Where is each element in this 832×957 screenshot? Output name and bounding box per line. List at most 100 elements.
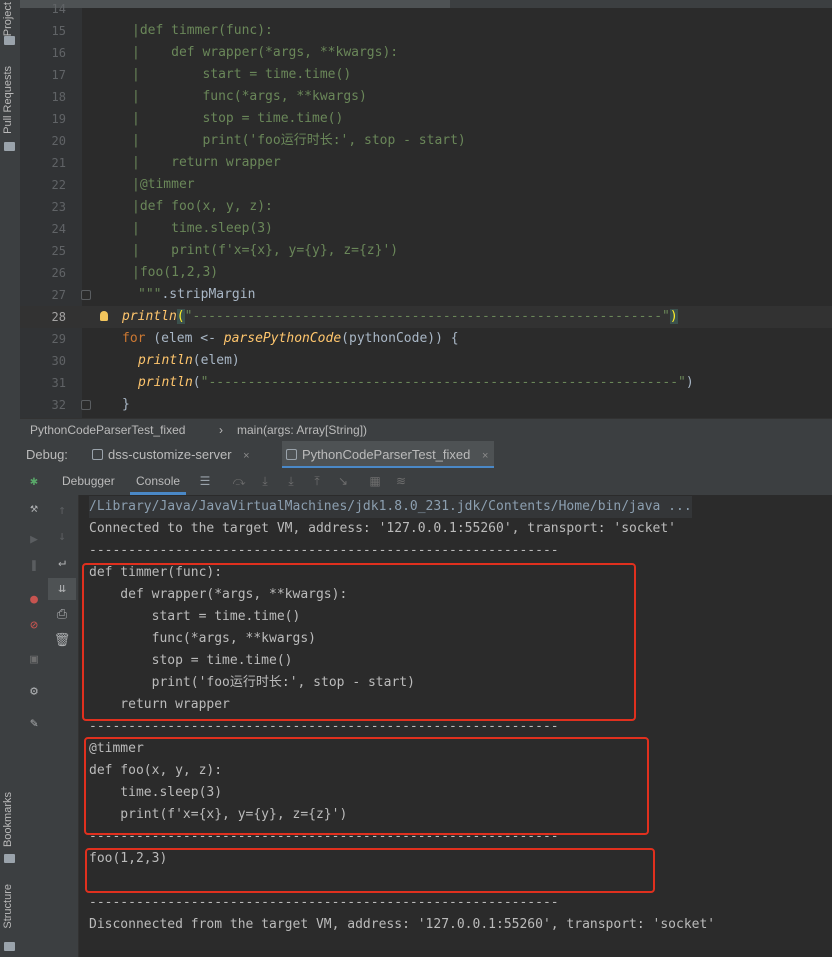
code-line: 14 bbox=[20, 0, 832, 20]
camera-icon[interactable]: ▣ bbox=[20, 649, 48, 671]
code-line: 29 for (elem <- parsePythonCode(pythonCo… bbox=[20, 328, 832, 350]
code-line: 19 | stop = time.time() bbox=[20, 108, 832, 130]
mute-breakpoints-icon[interactable]: ⊘ bbox=[20, 615, 48, 637]
structure-icon bbox=[4, 942, 15, 951]
pull-requests-tool-tab[interactable]: Pull Requests bbox=[2, 66, 14, 134]
pause-icon[interactable]: ❚ bbox=[20, 555, 48, 577]
code-text: (elem) bbox=[192, 353, 240, 368]
code-text: .stripMargin bbox=[161, 287, 256, 302]
code-text: | def wrapper(*args, **kwargs): bbox=[132, 45, 399, 60]
tab-label: PythonCodeParserTest_fixed bbox=[302, 447, 471, 462]
tab-label: dss-customize-server bbox=[108, 447, 232, 462]
structure-tool-tab[interactable]: Structure bbox=[2, 884, 14, 929]
debug-toolwindow-header: Debug: dss-customize-server × PythonCode… bbox=[20, 441, 832, 468]
line-number: 26 bbox=[51, 266, 66, 280]
bracket-highlight: ( bbox=[176, 309, 185, 324]
soft-wrap-icon[interactable]: ↵ bbox=[48, 552, 76, 574]
force-step-into-icon[interactable]: ⤓ bbox=[284, 475, 298, 488]
view-breakpoints-icon[interactable]: ● bbox=[20, 589, 48, 611]
code-text: "---------------------------------------… bbox=[200, 375, 686, 390]
annotation-box-timmer bbox=[82, 563, 636, 721]
left-tool-strip: Project Pull Requests Bookmarks Structur… bbox=[0, 0, 21, 957]
code-line: 31 println("----------------------------… bbox=[20, 372, 832, 394]
fold-icon[interactable] bbox=[81, 290, 91, 300]
trash-icon[interactable]: 🗑 bbox=[48, 630, 76, 652]
console-side-toolbar: ↑ ↓ ↵ ⇊ ⎙ 🗑 bbox=[48, 495, 79, 957]
annotation-box-foo bbox=[84, 737, 649, 835]
trace-icon[interactable]: ≋ bbox=[394, 475, 408, 488]
tab-debugger[interactable]: Debugger bbox=[56, 468, 121, 495]
wrench-icon[interactable]: ⚒ bbox=[20, 498, 48, 520]
breadcrumb-method[interactable]: main(args: Array[String]) bbox=[237, 419, 367, 441]
breadcrumb-class[interactable]: PythonCodeParserTest_fixed bbox=[30, 419, 185, 441]
console-line: Disconnected from the target VM, address… bbox=[89, 917, 716, 932]
line-number: 27 bbox=[51, 288, 66, 302]
code-text: println bbox=[138, 375, 193, 390]
code-text: |@timmer bbox=[132, 177, 195, 192]
settings-gear-icon[interactable]: ⚙ bbox=[20, 681, 48, 703]
bracket-highlight: ) bbox=[669, 309, 678, 324]
console-output[interactable]: /Library/Java/JavaVirtualMachines/jdk1.8… bbox=[79, 495, 832, 957]
code-line: 23 |def foo(x, y, z): bbox=[20, 196, 832, 218]
resume-icon[interactable]: ▶ bbox=[20, 529, 48, 551]
step-into-icon[interactable]: ⤓ bbox=[258, 475, 272, 488]
code-line: 24 | time.sleep(3) bbox=[20, 218, 832, 240]
line-number: 29 bbox=[51, 332, 66, 346]
code-text: ) bbox=[685, 375, 694, 390]
code-line: 26 |foo(1,2,3) bbox=[20, 262, 832, 284]
code-text: """ bbox=[138, 287, 162, 302]
line-number: 16 bbox=[51, 46, 66, 60]
line-number: 30 bbox=[51, 354, 66, 368]
down-arrow-icon[interactable]: ↓ bbox=[48, 526, 76, 548]
run-to-cursor-icon[interactable]: ↘ bbox=[336, 475, 350, 488]
bookmarks-tool-tab[interactable]: Bookmarks bbox=[2, 792, 14, 847]
code-text: println bbox=[138, 353, 193, 368]
line-number: 22 bbox=[51, 178, 66, 192]
print-icon[interactable]: ⎙ bbox=[48, 604, 76, 626]
console-line: Connected to the target VM, address: '12… bbox=[89, 521, 676, 536]
code-text: | stop = time.time() bbox=[132, 111, 344, 126]
scroll-to-end-icon[interactable]: ⇊ bbox=[48, 578, 76, 600]
step-over-icon[interactable]: ⤼ bbox=[232, 475, 246, 488]
line-number: 25 bbox=[51, 244, 66, 258]
close-icon[interactable]: × bbox=[243, 450, 249, 462]
code-text: "---------------------------------------… bbox=[184, 309, 670, 324]
fold-icon[interactable] bbox=[81, 400, 91, 410]
code-text: println bbox=[122, 309, 177, 324]
project-tool-tab[interactable]: Project bbox=[2, 2, 14, 36]
code-editor[interactable]: 14 15 |def timmer(func): 16 | def wrapper(… bbox=[20, 0, 832, 418]
code-line: 21 | return wrapper bbox=[20, 152, 832, 174]
pin-icon[interactable]: ✎ bbox=[20, 713, 48, 735]
line-number: 23 bbox=[51, 200, 66, 214]
console-line: ----------------------------------------… bbox=[89, 895, 559, 910]
line-number: 31 bbox=[51, 376, 66, 390]
folder-icon bbox=[4, 36, 15, 45]
debug-bug-icon[interactable]: ✱ bbox=[20, 471, 48, 493]
tab-console[interactable]: Console bbox=[130, 468, 187, 495]
line-number: 20 bbox=[51, 134, 66, 148]
code-text: | print(f'x={x}, y={y}, z={z}') bbox=[132, 243, 399, 258]
close-icon[interactable]: × bbox=[482, 450, 488, 462]
breadcrumb: PythonCodeParserTest_fixed › main(args: … bbox=[20, 418, 832, 441]
debug-side-toolbar: ✱ ⚒ ▶ ❚ ● ⊘ ▣ ⚙ ✎ bbox=[20, 468, 49, 957]
code-text: | print('foo运行时长:', stop - start) bbox=[132, 133, 466, 148]
lightbulb-icon[interactable] bbox=[100, 311, 108, 321]
console-command-line[interactable]: /Library/Java/JavaVirtualMachines/jdk1.8… bbox=[89, 496, 692, 518]
debug-tab-dss-customize-server[interactable]: dss-customize-server × bbox=[88, 441, 256, 468]
debug-tab-python-code-parser[interactable]: PythonCodeParserTest_fixed × bbox=[282, 441, 495, 468]
code-text: |foo(1,2,3) bbox=[132, 265, 219, 280]
menu-icon[interactable]: ☰ bbox=[198, 475, 212, 488]
code-text: | func(*args, **kwargs) bbox=[132, 89, 367, 104]
evaluate-icon[interactable]: ▦ bbox=[368, 475, 382, 488]
step-out-icon[interactable]: ⤒ bbox=[310, 475, 324, 488]
code-line: 18 | func(*args, **kwargs) bbox=[20, 86, 832, 108]
up-arrow-icon[interactable]: ↑ bbox=[48, 500, 76, 522]
line-number: 18 bbox=[51, 90, 66, 104]
annotation-box-call bbox=[85, 848, 655, 893]
code-line-current: 28 println("----------------------------… bbox=[20, 306, 832, 328]
line-number: 21 bbox=[51, 156, 66, 170]
code-text: for bbox=[122, 331, 146, 346]
code-line: 17 | start = time.time() bbox=[20, 64, 832, 86]
line-number: 17 bbox=[51, 68, 66, 82]
bookmark-icon bbox=[4, 854, 15, 863]
